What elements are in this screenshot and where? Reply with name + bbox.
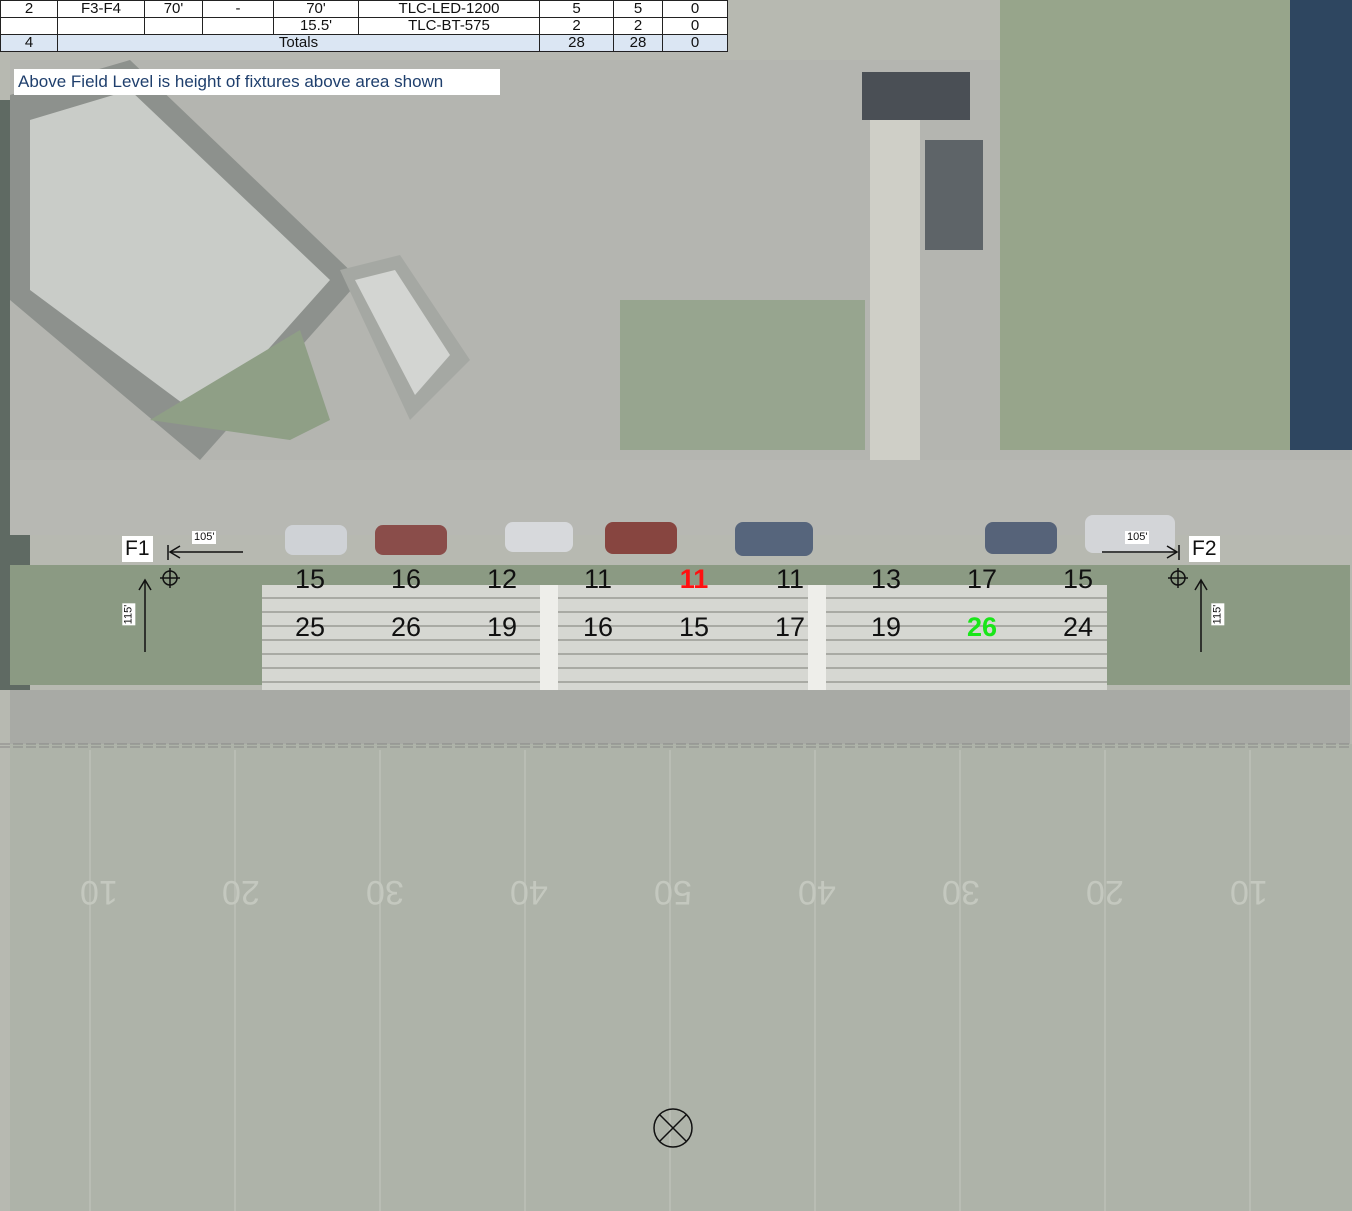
- grid-value: 15: [678, 612, 710, 642]
- dimension-label: 105': [192, 531, 217, 544]
- dimension-label: 115': [1211, 603, 1225, 626]
- grid-value: 13: [870, 564, 902, 594]
- pole-label-f1: F1: [122, 536, 153, 562]
- grid-value: 12: [486, 564, 518, 594]
- grid-value: 17: [966, 564, 998, 594]
- grid-value: 11: [583, 564, 613, 594]
- grid-value-min: 11: [679, 564, 709, 594]
- grid-value: 17: [774, 612, 806, 642]
- dimension-arrows: [138, 545, 1208, 1148]
- aiming-point-icon: [653, 1108, 693, 1148]
- dimension-label: 115': [122, 603, 136, 626]
- grid-value: 25: [294, 612, 326, 642]
- pole-label-f2: F2: [1189, 536, 1220, 562]
- grid-value: 16: [582, 612, 614, 642]
- dimension-label: 105': [1125, 531, 1150, 544]
- grid-value: 11: [775, 564, 805, 594]
- grid-value: 16: [390, 564, 422, 594]
- grid-value: 19: [870, 612, 902, 642]
- grid-value: 15: [1062, 564, 1094, 594]
- grid-value: 15: [294, 564, 326, 594]
- grid-value: 24: [1062, 612, 1094, 642]
- grid-value: 19: [486, 612, 518, 642]
- grid-value-max: 26: [966, 612, 998, 642]
- grid-value: 26: [390, 612, 422, 642]
